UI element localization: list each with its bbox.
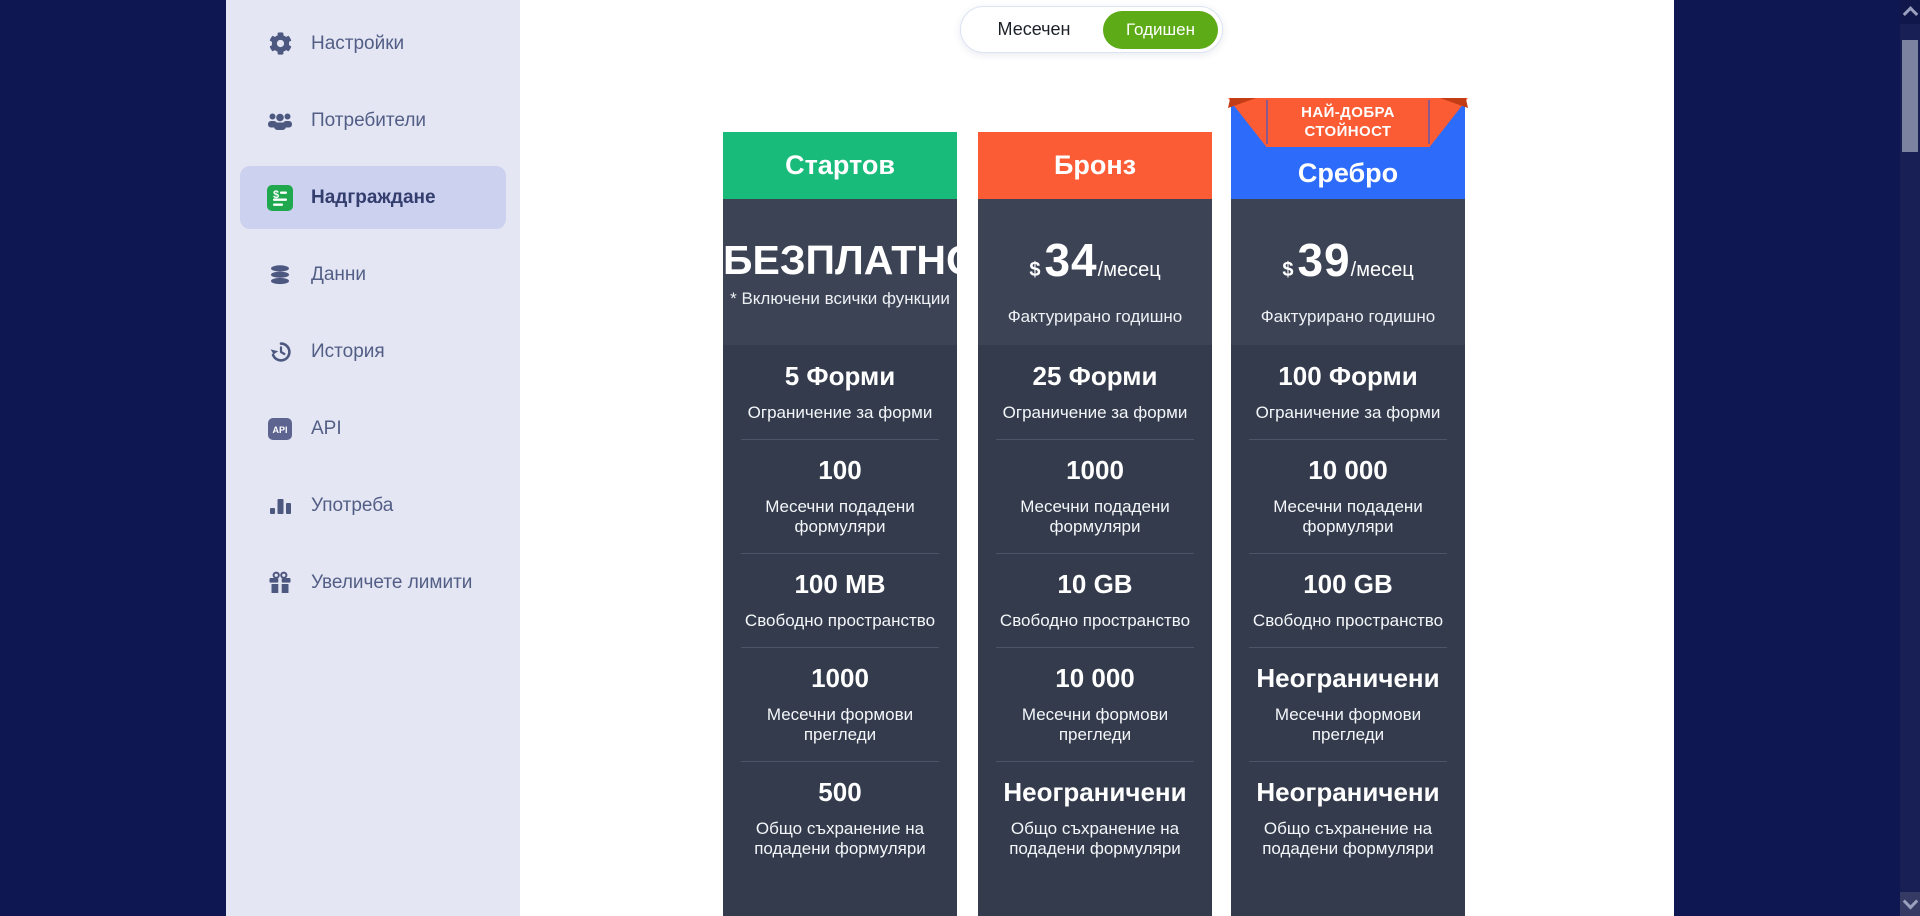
plan-card-starter: Стартов БЕЗПЛАТНО * Включени всички функ… <box>723 132 957 916</box>
best-value-label: НАЙ-ДОБРА СТОЙНОСТ <box>1301 104 1395 140</box>
sidebar-item-label: Надграждане <box>311 186 436 208</box>
feature-row: 100 Форми Ограничение за форми <box>1255 361 1441 422</box>
plan-price-note: * Включени всички функции <box>730 289 950 308</box>
feature-row: 5 Форми Ограничение за форми <box>747 361 933 422</box>
plan-card-bronze: Бронз $34/месец Фактурирано годишно 25 Ф… <box>978 132 1212 916</box>
sidebar-item-label: История <box>311 340 385 362</box>
feature-row: Неограничени Месечни формови прегледи <box>1231 647 1465 761</box>
api-icon: API <box>266 415 294 443</box>
chevron-up-icon <box>1902 5 1918 22</box>
history-icon <box>266 338 294 366</box>
svg-text:API: API <box>272 425 287 435</box>
sidebar-item-label: Данни <box>311 263 367 285</box>
sidebar: Настройки Потребители $ Надграждане Данн… <box>226 0 520 916</box>
sidebar-item-label: Употреба <box>311 494 394 516</box>
plan-price-section: БЕЗПЛАТНО * Включени всички функции <box>723 199 957 345</box>
usage-chart-icon <box>266 492 294 520</box>
users-icon <box>266 107 294 135</box>
gift-icon <box>266 569 294 597</box>
feature-row: 1000 Месечни формови прегледи <box>723 647 957 761</box>
plan-price-free: БЕЗПЛАТНО <box>723 237 957 283</box>
feature-row: 100 MB Свободно пространство <box>723 553 957 647</box>
plan-card-silver: НАЙ-ДОБРА СТОЙНОСТ Сребро $39/месец Факт… <box>1228 98 1468 916</box>
sidebar-item-label: API <box>311 417 342 439</box>
monthly-toggle-option[interactable]: Месечен <box>965 19 1103 40</box>
sidebar-item-upgrade[interactable]: $ Надграждане <box>240 166 506 229</box>
plan-billing-note: Фактурирано годишно <box>1007 307 1183 326</box>
plan-feature-list: 5 Форми Ограничение за форми 100 Месечни… <box>723 345 957 916</box>
feature-row: 10 GB Свободно пространство <box>978 553 1212 647</box>
sidebar-item-data[interactable]: Данни <box>240 243 506 306</box>
feature-row: 10 000 Месечни формови прегледи <box>978 647 1212 761</box>
plan-billing-note: Фактурирано годишно <box>1260 307 1436 326</box>
chevron-down-icon <box>1902 893 1918 909</box>
main-content: Месечен Годишен Стартов БЕЗПЛАТНО * Вклю… <box>520 0 1674 916</box>
feature-row: 100 GB Свободно пространство <box>1231 553 1465 647</box>
feature-row: Неограничени Общо съхранение на подадени… <box>1231 761 1465 875</box>
plan-price: $34/месец <box>1029 234 1161 286</box>
scrollbar-thumb[interactable] <box>1902 40 1918 152</box>
sidebar-item-settings[interactable]: Настройки <box>240 12 506 75</box>
plan-header: Бронз <box>978 132 1212 199</box>
billing-period-toggle: Месечен Годишен <box>960 6 1223 53</box>
scroll-up-button[interactable] <box>1900 0 1920 24</box>
page-scrollbar[interactable] <box>1900 0 1920 916</box>
plan-header: Стартов <box>723 132 957 199</box>
feature-row: 500 Общо съхранение на подадени формуляр… <box>723 761 957 875</box>
plan-feature-list: 25 Форми Ограничение за форми 1000 Месеч… <box>978 345 1212 916</box>
feature-row: 25 Форми Ограничение за форми <box>1002 361 1188 422</box>
plan-feature-list: 100 Форми Ограничение за форми 10 000 Ме… <box>1231 345 1465 916</box>
sidebar-item-api[interactable]: API API <box>240 397 506 460</box>
sidebar-item-label: Увеличете лимити <box>311 571 473 593</box>
feature-row: 1000 Месечни подадени формуляри <box>978 439 1212 553</box>
sidebar-item-history[interactable]: История <box>240 320 506 383</box>
sidebar-item-increase-limits[interactable]: Увеличете лимити <box>240 551 506 614</box>
scroll-down-button[interactable] <box>1900 892 1920 916</box>
database-icon <box>266 261 294 289</box>
app-root: Настройки Потребители $ Надграждане Данн… <box>0 0 1920 916</box>
plan-price-section: $34/месец Фактурирано годишно <box>978 199 1212 345</box>
feature-row: 10 000 Месечни подадени формуляри <box>1231 439 1465 553</box>
plan-price-section: $39/месец Фактурирано годишно <box>1231 199 1465 345</box>
gear-icon <box>266 30 294 58</box>
best-value-ribbon: НАЙ-ДОБРА СТОЙНОСТ <box>1228 98 1468 148</box>
sidebar-item-usage[interactable]: Употреба <box>240 474 506 537</box>
feature-row: 100 Месечни подадени формуляри <box>723 439 957 553</box>
plan-price: $39/месец <box>1282 234 1414 286</box>
upgrade-invoice-icon: $ <box>266 184 294 212</box>
sidebar-item-label: Потребители <box>311 109 427 131</box>
feature-row: Неограничени Общо съхранение на подадени… <box>978 761 1212 875</box>
sidebar-item-label: Настройки <box>311 32 405 54</box>
sidebar-item-users[interactable]: Потребители <box>240 89 506 152</box>
yearly-toggle-option[interactable]: Годишен <box>1102 10 1218 49</box>
